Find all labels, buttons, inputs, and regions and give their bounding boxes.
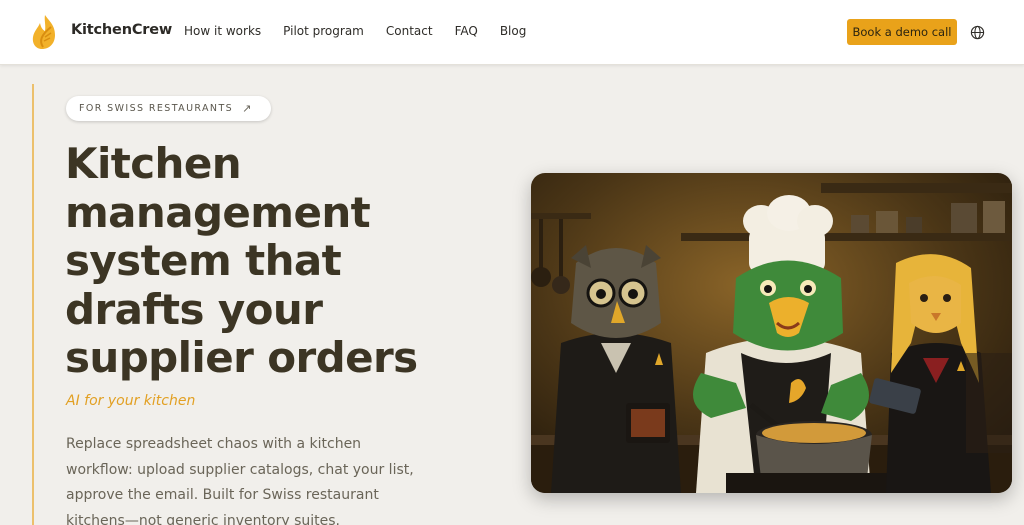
brand-name[interactable]: KitchenCrew bbox=[71, 22, 172, 38]
hero-description: Replace spreadsheet chaos with a kitchen… bbox=[66, 432, 426, 525]
main-nav: How it works Pilot program Contact FAQ B… bbox=[184, 24, 548, 38]
accent-divider-line bbox=[32, 84, 34, 525]
arrow-up-right-icon: ↗ bbox=[242, 102, 253, 115]
nav-how-it-works[interactable]: How it works bbox=[184, 24, 261, 38]
hero-subheading: AI for your kitchen bbox=[66, 393, 196, 409]
hero-description-line: approve the email. Built for Swiss resta… bbox=[66, 487, 379, 503]
nav-faq[interactable]: FAQ bbox=[455, 24, 478, 38]
kitchen-scene-image bbox=[531, 173, 1012, 493]
flame-leaf-logo-icon[interactable] bbox=[29, 13, 61, 51]
nav-blog[interactable]: Blog bbox=[500, 24, 527, 38]
audience-tag-label: FOR SWISS RESTAURANTS bbox=[79, 103, 234, 114]
hero-description-line: workflow: upload supplier catalogs, chat… bbox=[66, 461, 414, 478]
hero-title-line: system that bbox=[65, 236, 342, 285]
hero-title: Kitchen management system that drafts yo… bbox=[65, 139, 485, 383]
hero-title-line: Kitchen bbox=[65, 139, 242, 188]
globe-icon[interactable] bbox=[970, 25, 985, 40]
nav-contact[interactable]: Contact bbox=[386, 24, 433, 38]
book-demo-button[interactable]: Book a demo call bbox=[847, 19, 957, 45]
hero-description-line: Replace spreadsheet chaos with a kitchen bbox=[66, 436, 362, 452]
nav-pilot-program[interactable]: Pilot program bbox=[283, 24, 364, 38]
kitchen-crew-illustration bbox=[531, 173, 1012, 493]
audience-tag-link[interactable]: FOR SWISS RESTAURANTS ↗ bbox=[66, 96, 271, 121]
hero-title-line: supplier orders bbox=[65, 333, 418, 382]
site-header: KitchenCrew How it works Pilot program C… bbox=[0, 0, 1024, 65]
hero-title-line: drafts your bbox=[65, 284, 323, 334]
hero-title-line: management bbox=[65, 187, 371, 237]
hero-description-line: kitchens—not generic inventory suites. bbox=[66, 512, 340, 525]
